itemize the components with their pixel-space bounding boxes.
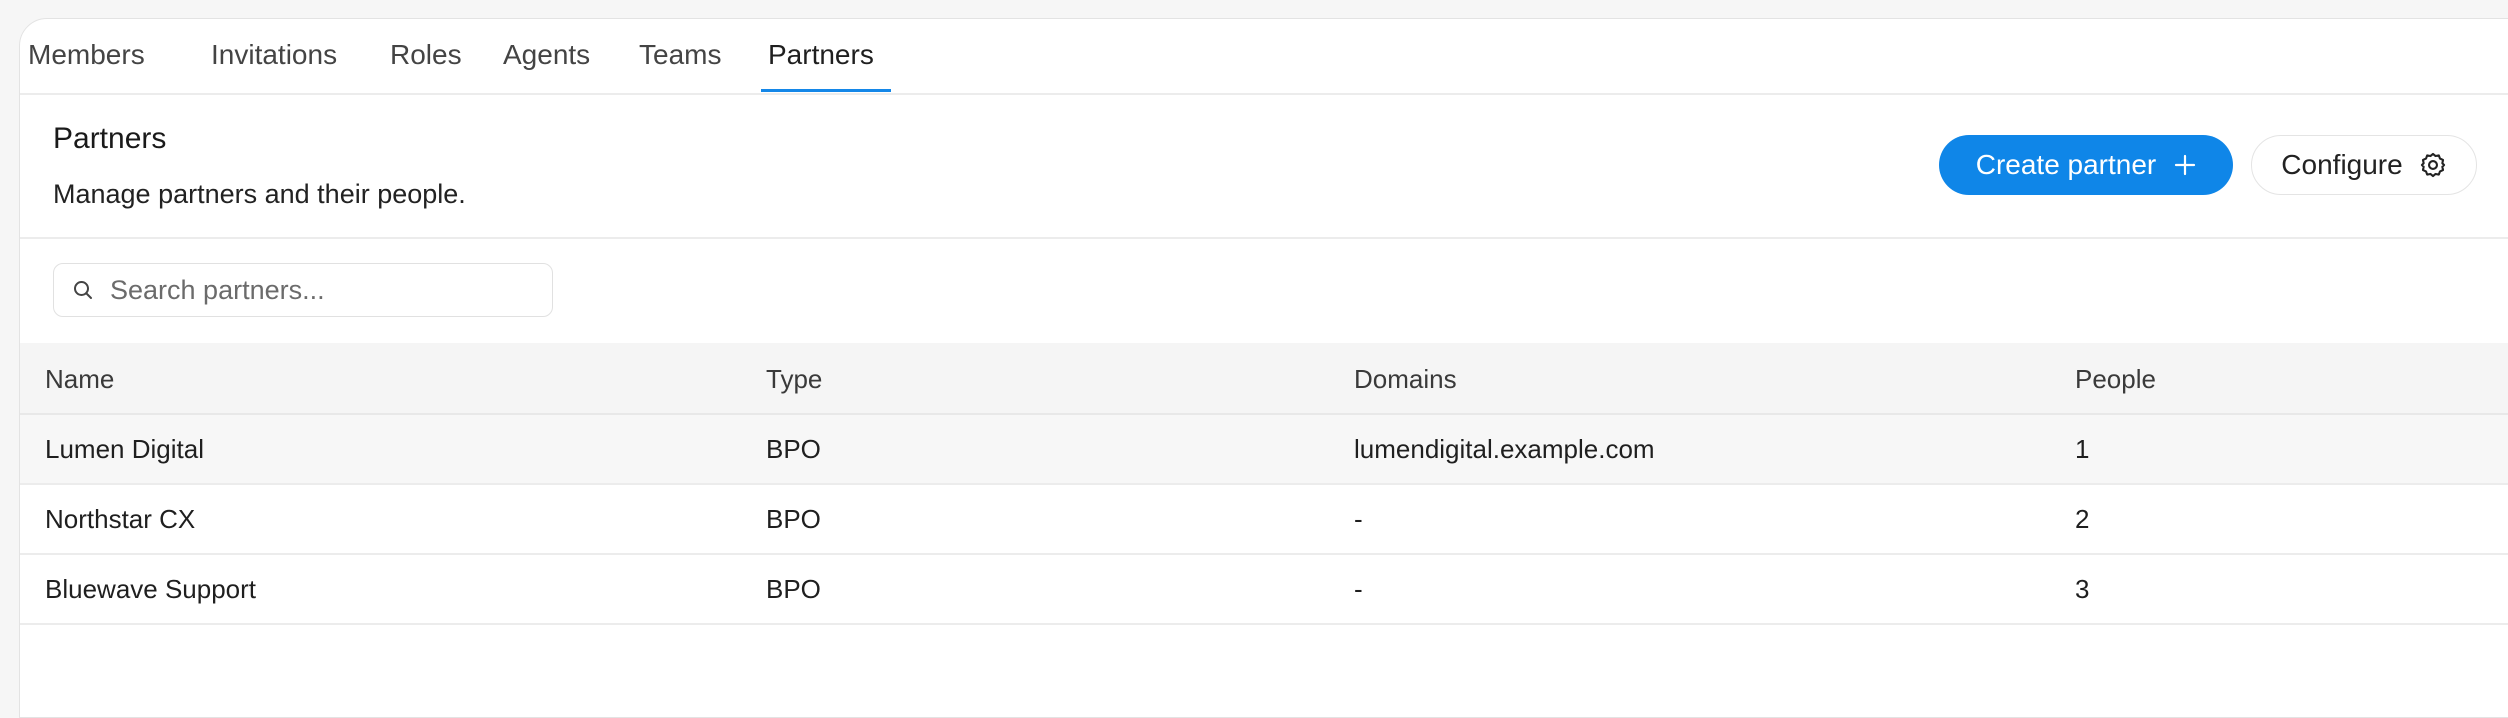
cell-name: Lumen Digital [45, 434, 204, 464]
cell-domains: - [1354, 574, 1363, 604]
cell-people: 2 [2075, 504, 2090, 534]
cell-domains: - [1354, 504, 1363, 534]
cell-people: 1 [2075, 434, 2090, 464]
tab-members[interactable]: Members [28, 37, 145, 93]
create-partner-button[interactable]: Create partner [1939, 135, 2233, 195]
gear-icon [2419, 151, 2447, 179]
cell-domains: lumendigital.example.com [1354, 434, 1655, 464]
table-header: Name Type Domains People [20, 343, 2508, 415]
active-tab-indicator [761, 89, 891, 92]
tab-teams[interactable]: Teams [639, 37, 721, 93]
header-divider [20, 237, 2508, 239]
column-header-type[interactable]: Type [766, 363, 822, 395]
column-header-people[interactable]: People [2075, 363, 2156, 395]
cell-type: BPO [766, 504, 821, 534]
tab-invitations[interactable]: Invitations [211, 37, 337, 93]
tab-bar: Members Invitations Roles Agents Teams P… [20, 19, 2508, 95]
cell-people: 3 [2075, 574, 2090, 604]
partners-table: Name Type Domains People Lumen Digital B… [20, 343, 2508, 625]
configure-label: Configure [2281, 149, 2403, 180]
cell-type: BPO [766, 434, 821, 464]
cell-name: Bluewave Support [45, 574, 257, 604]
column-header-name[interactable]: Name [45, 363, 114, 395]
search-input[interactable] [108, 273, 532, 307]
page-subtitle: Manage partners and their people. [53, 179, 466, 209]
cell-name: Northstar CX [45, 504, 196, 534]
search-icon [72, 279, 94, 301]
table-row[interactable]: Northstar CX BPO - 2 [20, 485, 2508, 555]
tab-agents[interactable]: Agents [503, 37, 590, 93]
cell-type: BPO [766, 574, 821, 604]
plus-icon [2174, 154, 2196, 176]
settings-card: Members Invitations Roles Agents Teams P… [19, 18, 2508, 718]
column-header-domains[interactable]: Domains [1354, 363, 1457, 395]
create-partner-label: Create partner [1975, 149, 2157, 180]
table-row[interactable]: Bluewave Support BPO - 3 [20, 555, 2508, 625]
configure-button[interactable]: Configure [2251, 135, 2477, 195]
tab-roles[interactable]: Roles [390, 37, 462, 93]
table-row[interactable]: Lumen Digital BPO lumendigital.example.c… [20, 415, 2508, 485]
page-title: Partners [53, 122, 167, 155]
tab-partners[interactable]: Partners [768, 37, 874, 93]
search-box[interactable] [53, 263, 553, 317]
